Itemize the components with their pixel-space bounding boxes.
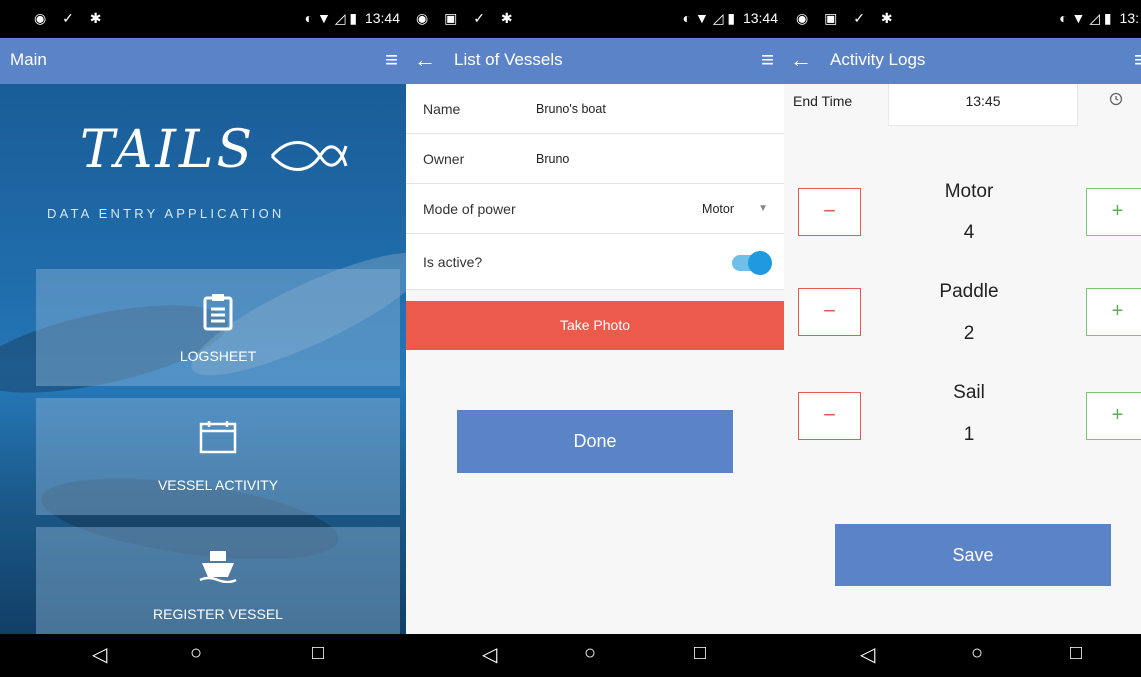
owner-field[interactable]: Bruno — [536, 152, 569, 166]
sail-label: Sail — [953, 382, 985, 403]
vessels-screen: ◉ ▣ ✓ ✱ ◐ ▼ ◿ ▮ 13:44 ← List of Vessels … — [406, 0, 784, 677]
hamburger-menu-icon[interactable]: ≡ — [761, 47, 774, 73]
dropdown-arrow-icon[interactable]: ▼ — [758, 203, 768, 214]
clipboard-icon — [203, 294, 233, 331]
back-arrow-icon[interactable]: ← — [414, 47, 436, 73]
status-bar: ◉ ▣ ✓ ✱ ◐ ▼ ◿ ▮ 13: — [784, 0, 1141, 38]
system-nav-bar: ◁ ○ □ — [406, 634, 784, 677]
logsheet-label: LOGSHEET — [179, 348, 257, 364]
vessel-activity-label: VESSEL ACTIVITY — [157, 477, 279, 493]
take-photo-button[interactable]: Take Photo — [406, 301, 784, 350]
app-bar: Main ≡ — [0, 38, 406, 84]
power-select[interactable]: Motor — [702, 202, 734, 216]
home-nav-icon[interactable]: ○ — [190, 642, 202, 665]
status-bar: ◉ ▣ ✓ ✱ ◐ ▼ ◿ ▮ 13:44 — [406, 0, 784, 38]
page-title: List of Vessels — [454, 50, 563, 69]
register-vessel-label: REGISTER VESSEL — [153, 606, 283, 622]
motor-decrement-button[interactable]: − — [798, 188, 861, 236]
recents-nav-icon[interactable]: □ — [312, 642, 324, 665]
active-row: Is active? — [406, 234, 784, 290]
motor-label: Motor — [944, 181, 994, 202]
hamburger-menu-icon[interactable]: ≡ — [1134, 47, 1141, 73]
motor-count: 4 — [963, 222, 975, 243]
sail-decrement-button[interactable]: − — [798, 392, 861, 440]
notification-icons: ◉ ▣ ✓ ✱ — [416, 10, 519, 26]
activity-screen: ◉ ▣ ✓ ✱ ◐ ▼ ◿ ▮ 13: ← Activity Logs ≡ En… — [784, 0, 1141, 677]
system-nav-bar: ◁ ○ □ — [784, 634, 1141, 677]
sail-count: 1 — [963, 424, 975, 445]
home-nav-icon[interactable]: ○ — [584, 642, 596, 665]
recents-nav-icon[interactable]: □ — [694, 642, 706, 665]
power-label: Mode of power — [423, 201, 516, 217]
notification-icons: ◉ ▣ ✓ ✱ — [796, 10, 899, 26]
app-bar: ← Activity Logs ≡ — [784, 38, 1141, 84]
back-nav-icon[interactable]: ◁ — [92, 642, 107, 667]
end-time-label: End Time — [793, 93, 853, 109]
system-nav-bar: ◁ ○ □ — [0, 634, 406, 677]
name-field[interactable]: Bruno's boat — [536, 102, 606, 116]
system-icons: ◐ ▼ ◿ ▮ 13:44 — [682, 10, 778, 26]
fish-tail-icon — [270, 141, 348, 171]
power-row[interactable]: Mode of power Motor ▼ — [406, 184, 784, 234]
app-subtitle: DATA ENTRY APPLICATION — [47, 206, 285, 221]
back-arrow-icon[interactable]: ← — [790, 47, 812, 73]
recents-nav-icon[interactable]: □ — [1070, 642, 1082, 665]
clock-icon[interactable] — [1109, 92, 1123, 106]
status-time: 13: — [1119, 10, 1139, 26]
toggle-knob — [748, 251, 772, 275]
system-icons: ◐ ▼ ◿ ▮ 13: — [1059, 10, 1139, 26]
paddle-label: Paddle — [939, 281, 999, 302]
page-title: Activity Logs — [830, 50, 926, 69]
status-time: 13:44 — [364, 10, 400, 26]
end-time-row: End Time 13:45 — [784, 84, 1141, 128]
back-nav-icon[interactable]: ◁ — [860, 642, 875, 667]
owner-row: Owner Bruno — [406, 134, 784, 184]
back-nav-icon[interactable]: ◁ — [482, 642, 497, 667]
active-toggle[interactable] — [732, 251, 772, 275]
status-time: 13:44 — [742, 10, 778, 26]
status-bar: ◉ ✓ ✱ ◐ ▼ ◿ ▮ 13:44 — [0, 0, 406, 38]
register-vessel-tile[interactable]: REGISTER VESSEL — [36, 527, 400, 634]
home-nav-icon[interactable]: ○ — [971, 642, 983, 665]
sail-increment-button[interactable]: + — [1086, 392, 1141, 440]
main-screen: ◉ ✓ ✱ ◐ ▼ ◿ ▮ 13:44 Main ≡ TAILS DATA EN… — [0, 0, 406, 677]
hamburger-menu-icon[interactable]: ≡ — [385, 47, 398, 73]
logsheet-tile[interactable]: LOGSHEET — [36, 269, 400, 386]
done-button[interactable]: Done — [457, 410, 733, 473]
page-title: Main — [10, 50, 47, 69]
app-bar: ← List of Vessels ≡ — [406, 38, 784, 84]
paddle-increment-button[interactable]: + — [1086, 288, 1141, 336]
paddle-count: 2 — [963, 323, 975, 344]
app-logo: TAILS — [80, 120, 256, 180]
name-row: Name Bruno's boat — [406, 84, 784, 134]
calendar-icon — [199, 421, 237, 454]
name-label: Name — [423, 101, 461, 117]
motor-increment-button[interactable]: + — [1086, 188, 1141, 236]
notification-icons: ◉ ✓ ✱ — [34, 10, 108, 26]
boat-icon — [199, 551, 237, 583]
vessel-activity-tile[interactable]: VESSEL ACTIVITY — [36, 398, 400, 515]
save-button[interactable]: Save — [835, 524, 1111, 586]
end-time-field[interactable]: 13:45 — [888, 84, 1078, 126]
paddle-decrement-button[interactable]: − — [798, 288, 861, 336]
owner-label: Owner — [423, 151, 465, 167]
system-icons: ◐ ▼ ◿ ▮ 13:44 — [304, 10, 400, 26]
active-label: Is active? — [423, 254, 483, 270]
